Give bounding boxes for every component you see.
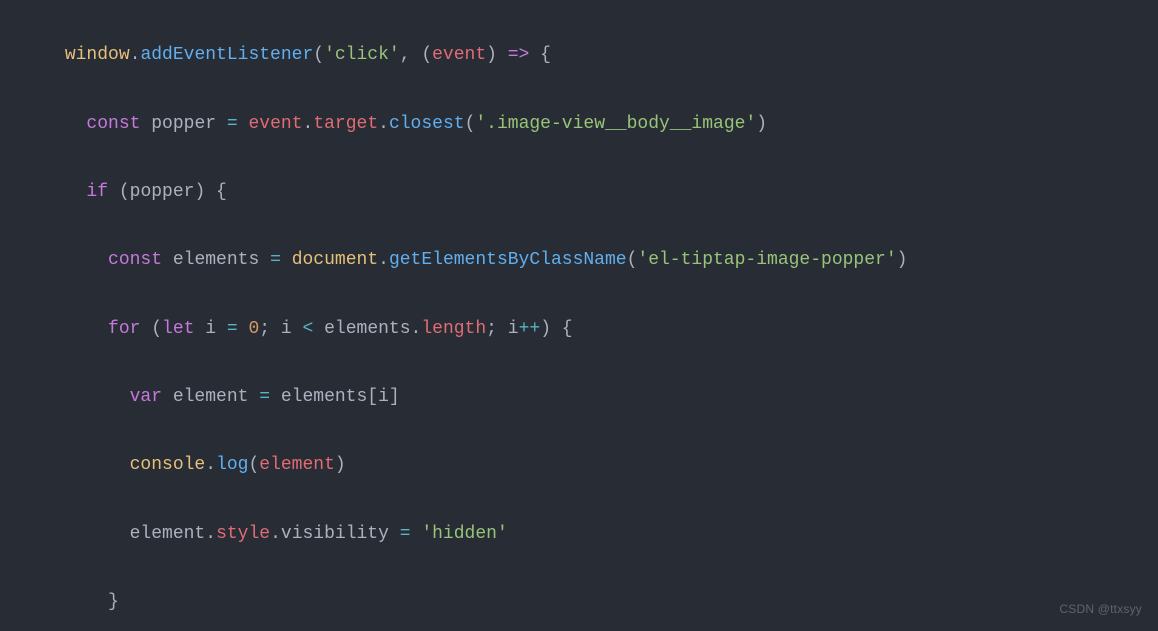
code-block: window.addEventListener('click', (event)… — [0, 0, 1158, 631]
code-line: for (let i = 0; i < elements.length; i++… — [0, 312, 1158, 346]
token-object: window — [65, 45, 130, 65]
watermark-text: CSDN @ttxsyy — [1059, 598, 1142, 621]
code-line: if (popper) { — [0, 175, 1158, 209]
token-keyword: const — [86, 114, 140, 134]
token-string: 'click' — [324, 45, 400, 65]
code-line: window.addEventListener('click', (event)… — [0, 38, 1158, 72]
code-line: } — [0, 585, 1158, 619]
token-function: addEventListener — [140, 45, 313, 65]
code-line: const popper = event.target.closest('.im… — [0, 107, 1158, 141]
code-line: console.log(element) — [0, 448, 1158, 482]
code-line: element.style.visibility = 'hidden' — [0, 517, 1158, 551]
token-param: event — [432, 45, 486, 65]
code-line: var element = elements[i] — [0, 380, 1158, 414]
code-line: const elements = document.getElementsByC… — [0, 243, 1158, 277]
